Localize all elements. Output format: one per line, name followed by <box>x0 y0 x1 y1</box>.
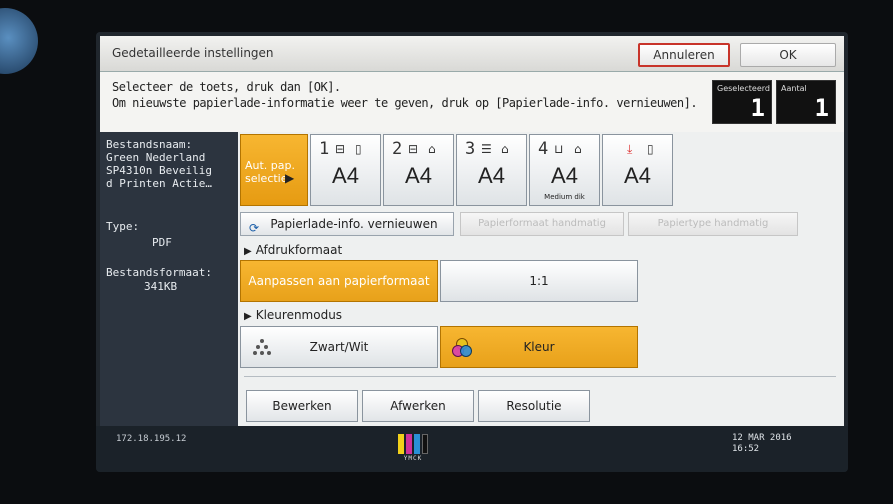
tray-number: 3 <box>465 139 476 159</box>
tray-icon: ☰ <box>481 142 492 156</box>
color-mode-heading-label: Kleurenmodus <box>255 308 343 322</box>
printer-screen: Gedetailleerde instellingen Annuleren OK… <box>96 32 848 472</box>
file-type-value: PDF <box>152 236 172 249</box>
copies-counter-label: Aantal <box>781 84 807 93</box>
paper-icon: ▯ <box>647 142 654 156</box>
ok-button[interactable]: OK <box>740 43 836 67</box>
selected-counter: Geselecteerd 1 <box>712 80 772 124</box>
section-arrow-icon: ▶ <box>244 311 252 322</box>
tray-number: 2 <box>392 139 403 159</box>
bypass-tray-button[interactable]: ⤓ ▯ A4 <box>602 134 673 206</box>
divider <box>244 376 836 377</box>
tray-1-button[interactable]: 1 ⊟ ▯ A4 <box>310 134 381 206</box>
color-label: Kleur <box>523 340 555 354</box>
copies-counter-value: 1 <box>814 94 829 122</box>
date: 12 MAR 2016 <box>732 433 792 443</box>
color-button[interactable]: Kleur <box>440 326 638 368</box>
tray-paper-size: A4 <box>405 163 432 188</box>
file-name-line-1: Green Nederland <box>106 151 206 164</box>
lock-icon: ⌂ <box>428 142 436 156</box>
tray-paper-size: A4 <box>624 163 651 188</box>
section-arrow-icon: ▶ <box>244 246 252 257</box>
black-white-icon <box>253 339 271 355</box>
tray-3-button[interactable]: 3 ☰ ⌂ A4 <box>456 134 527 206</box>
resolution-tab[interactable]: Resolutie <box>478 390 590 422</box>
refresh-tray-info-button[interactable]: ⟳ Papierlade-info. vernieuwen <box>240 212 454 236</box>
time: 16:52 <box>732 444 760 454</box>
toner-magenta-bar <box>406 434 412 454</box>
file-size-label: Bestandsformaat: <box>106 266 212 279</box>
tray-number: 1 <box>319 139 330 159</box>
refresh-icon: ⟳ <box>249 221 260 235</box>
title-bar: Gedetailleerde instellingen Annuleren OK <box>100 36 844 72</box>
tray-paper-size: A4 <box>551 163 578 188</box>
tray-icon: ⊟ <box>335 142 346 156</box>
print-size-heading-label: Afdrukformaat <box>255 243 343 257</box>
selected-counter-value: 1 <box>750 94 765 122</box>
home-button[interactable] <box>0 8 38 74</box>
toner-label: YMCK <box>403 455 423 462</box>
settings-panel: Aut. pap. selectie ▶ 1 ⊟ ▯ A4 2 ⊟ ⌂ A4 3… <box>238 132 844 426</box>
selected-counter-label: Geselecteerd <box>717 84 770 93</box>
manual-paper-size-button[interactable]: Papierformaat handmatig <box>460 212 624 236</box>
fit-to-paper-button[interactable]: Aanpassen aan papierformaat <box>240 260 438 302</box>
finish-tab[interactable]: Afwerken <box>362 390 474 422</box>
tray-icon: ⊔ <box>554 142 564 156</box>
color-mode-heading: ▶ Kleurenmodus <box>244 308 342 322</box>
lock-icon: ⌂ <box>501 142 509 156</box>
tray-number: 4 <box>538 139 549 159</box>
toner-yellow-bar <box>398 434 404 454</box>
one-to-one-button[interactable]: 1:1 <box>440 260 638 302</box>
file-name-line-3: d Printen Actie… <box>106 177 212 190</box>
cancel-button[interactable]: Annuleren <box>638 43 730 67</box>
black-white-label: Zwart/Wit <box>309 340 369 354</box>
instruction-line-1: Selecteer de toets, druk dan [OK]. <box>112 80 341 94</box>
toner-black-bar <box>422 434 428 454</box>
instruction-line-2: Om nieuwste papierlade-informatie weer t… <box>112 96 698 110</box>
file-info-panel: Bestandsnaam: Green Nederland SP4310n Be… <box>100 132 238 426</box>
tray-paper-type: Medium dik <box>544 193 585 201</box>
instruction-bar: Selecteer de toets, druk dan [OK]. Om ni… <box>100 72 844 132</box>
copies-counter: Aantal 1 <box>776 80 836 124</box>
black-white-button[interactable]: Zwart/Wit <box>240 326 438 368</box>
file-size-value: 341KB <box>144 280 178 293</box>
auto-paper-label-line-2: selectie <box>245 172 288 185</box>
toner-level-indicator[interactable]: YMCK <box>396 432 430 462</box>
ip-address: 172.18.195.12 <box>116 434 187 444</box>
edit-tab[interactable]: Bewerken <box>246 390 358 422</box>
print-size-heading: ▶ Afdrukformaat <box>244 243 342 257</box>
lock-icon: ⌂ <box>574 142 582 156</box>
status-footer: 172.18.195.12 YMCK 12 MAR 2016 16:52 <box>96 426 848 472</box>
bypass-tray-icon: ⤓ <box>627 142 633 156</box>
file-name-line-2: SP4310n Beveilig <box>106 164 212 177</box>
refresh-tray-info-label: Papierlade-info. vernieuwen <box>270 217 438 231</box>
tray-2-button[interactable]: 2 ⊟ ⌂ A4 <box>383 134 454 206</box>
date-time: 12 MAR 2016 16:52 <box>732 433 792 455</box>
window-title: Gedetailleerde instellingen <box>112 46 274 60</box>
manual-paper-type-button[interactable]: Papiertype handmatig <box>628 212 798 236</box>
file-name-label: Bestandsnaam: <box>106 138 193 151</box>
paper-icon: ▯ <box>355 142 362 156</box>
file-type-label: Type: <box>106 220 140 233</box>
auto-paper-select-button[interactable]: Aut. pap. selectie ▶ <box>240 134 308 206</box>
tray-paper-size: A4 <box>478 163 505 188</box>
color-circles-icon <box>452 338 472 357</box>
toner-cyan-bar <box>414 434 420 454</box>
tray-paper-size: A4 <box>332 163 359 188</box>
tray-4-button[interactable]: 4 ⊔ ⌂ A4 Medium dik <box>529 134 600 206</box>
tray-icon: ⊟ <box>408 142 419 156</box>
play-arrow-icon: ▶ <box>285 171 295 185</box>
